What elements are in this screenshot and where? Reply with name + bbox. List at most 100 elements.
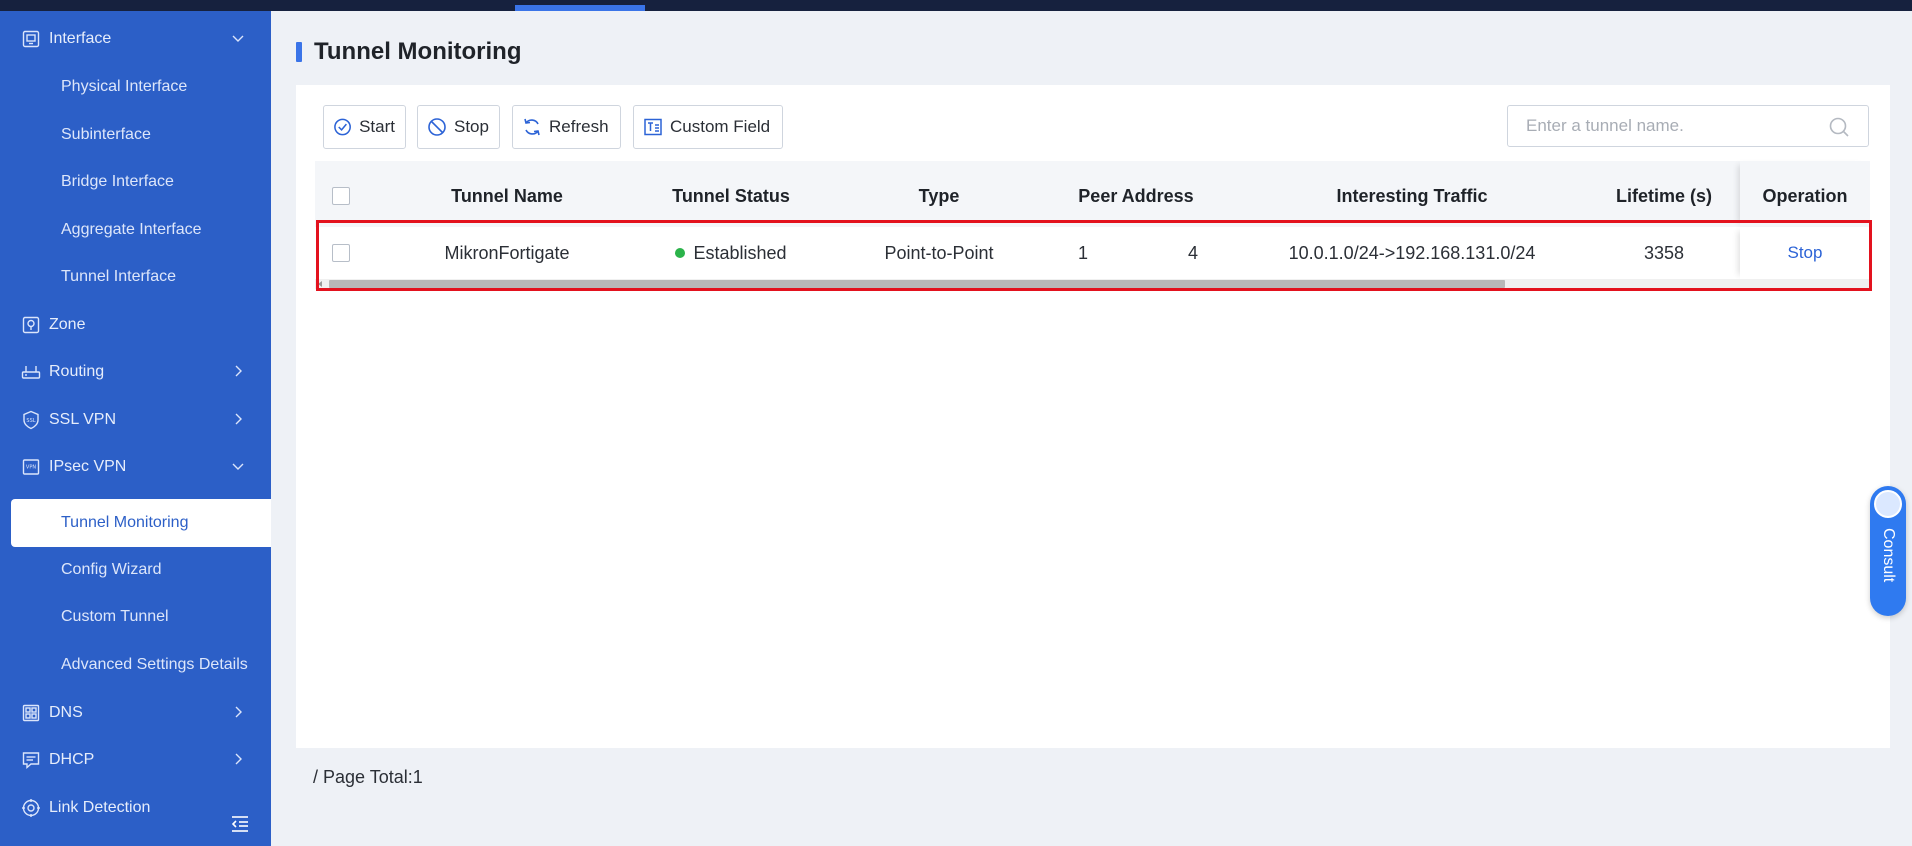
tunnel-table: Tunnel Name Tunnel Status Type Peer Addr… (315, 161, 1870, 289)
chevron-right-icon (235, 706, 242, 718)
refresh-button-label: Refresh (549, 117, 609, 136)
status-established-dot (675, 248, 686, 258)
page-title: Tunnel Monitoring (296, 38, 522, 66)
custom-field-button-label: Custom Field (670, 117, 771, 136)
table-header-row: Tunnel Name Tunnel Status Type Peer Addr… (315, 161, 1870, 227)
sidebar-item-ipsec-vpn[interactable]: VPN IPsec VPN (0, 445, 271, 489)
routing-icon (21, 362, 41, 382)
stop-button[interactable]: Stop (417, 105, 500, 149)
start-button[interactable]: Start (323, 105, 406, 149)
ssl-vpn-icon: SSL (21, 410, 41, 430)
sidebar-item-label: Interface (49, 30, 112, 47)
tunnel-status-cell: Established (641, 227, 821, 279)
zone-icon (21, 315, 41, 335)
sidebar-item-ssl-vpn[interactable]: SSL SSL VPN (0, 398, 271, 442)
page-title-text: Tunnel Monitoring (314, 38, 522, 65)
stop-button-label: Stop (454, 117, 489, 136)
type-cell: Point-to-Point (884, 242, 994, 263)
main-content: Tunnel Monitoring Start Stop Refresh Cus… (271, 11, 1912, 846)
consult-label: Consult (1880, 528, 1897, 583)
interface-icon (21, 29, 41, 49)
link-detection-icon (21, 798, 41, 818)
sidebar-item-label: Tunnel Monitoring (61, 514, 189, 531)
custom-field-icon (644, 118, 662, 136)
tunnel-status-text: Established (693, 242, 787, 263)
sidebar-item-interface[interactable]: Interface (0, 17, 271, 61)
interesting-traffic-cell: 10.0.1.0/24->192.168.131.0/24 (1288, 242, 1536, 263)
search-icon[interactable] (1828, 116, 1850, 138)
tunnel-list-card: Start Stop Refresh Custom Field Tunnel N… (296, 85, 1890, 748)
consult-button[interactable]: Consult (1870, 486, 1906, 616)
lifetime-cell: 3358 (1643, 242, 1685, 263)
operation-cell: Stop (1740, 227, 1870, 279)
tunnel-search (1507, 105, 1869, 147)
chevron-right-icon (235, 365, 242, 377)
sidebar-item-subinterface[interactable]: Subinterface (0, 113, 271, 157)
sidebar: Interface Physical Interface Subinterfac… (0, 11, 271, 846)
peer-address-part: 1 (1078, 242, 1089, 263)
ipsec-vpn-icon: VPN (21, 457, 41, 477)
sidebar-item-label: DHCP (49, 751, 95, 768)
select-all-checkbox[interactable] (332, 187, 350, 205)
sidebar-item-label: Bridge Interface (61, 173, 174, 190)
sidebar-item-label: Advanced Settings Details (61, 656, 248, 673)
refresh-icon (524, 118, 540, 136)
tunnel-search-input[interactable] (1508, 116, 1808, 136)
svg-text:SSL: SSL (26, 418, 35, 424)
sidebar-item-aggregate-interface[interactable]: Aggregate Interface (0, 208, 271, 252)
tunnel-name-cell: MikronFortigate (444, 242, 570, 263)
chevron-down-icon (232, 35, 244, 42)
sidebar-item-label: Aggregate Interface (61, 221, 202, 238)
sidebar-item-label: Link Detection (49, 799, 151, 816)
sidebar-item-label: Custom Tunnel (61, 608, 169, 625)
sidebar-item-custom-tunnel[interactable]: Custom Tunnel (0, 595, 271, 639)
column-header-tunnel-status[interactable]: Tunnel Status (641, 161, 821, 227)
sidebar-item-physical-interface[interactable]: Physical Interface (0, 65, 271, 109)
sidebar-item-label: Config Wizard (61, 561, 162, 578)
column-header-lifetime[interactable]: Lifetime (s) (1589, 161, 1739, 227)
title-accent-bar (296, 42, 302, 62)
sidebar-item-bridge-interface[interactable]: Bridge Interface (0, 160, 271, 204)
column-header-operation: Operation (1740, 161, 1870, 227)
sidebar-item-dns[interactable]: DNS (0, 691, 271, 735)
column-header-interesting-traffic[interactable]: Interesting Traffic (1262, 161, 1562, 227)
sidebar-item-label: DNS (49, 704, 83, 721)
dhcp-icon (21, 750, 41, 770)
scrollbar-thumb[interactable] (329, 280, 1505, 288)
sidebar-item-dhcp[interactable]: DHCP (0, 738, 271, 782)
row-checkbox[interactable] (332, 244, 350, 262)
sidebar-item-label: Tunnel Interface (61, 268, 177, 285)
column-header-peer-address[interactable]: Peer Address (1056, 161, 1216, 227)
stop-tunnel-link[interactable]: Stop (1788, 243, 1823, 263)
sidebar-item-advanced-settings-details[interactable]: Advanced Settings Details (0, 643, 271, 687)
sidebar-item-zone[interactable]: Zone (0, 303, 271, 347)
peer-address-cell: 1 4 (1056, 227, 1216, 279)
sidebar-item-label: SSL VPN (49, 411, 116, 428)
top-navigation-bar (0, 0, 1912, 11)
table-row[interactable]: MikronFortigate Established Point-to-Poi… (315, 227, 1870, 279)
page-total: / Page Total:1 (313, 767, 423, 787)
chevron-right-icon (235, 753, 242, 765)
column-header-tunnel-name[interactable]: Tunnel Name (410, 161, 604, 227)
column-header-type[interactable]: Type (849, 161, 1029, 227)
chevron-right-icon (235, 413, 242, 425)
start-button-label: Start (359, 117, 395, 136)
custom-field-button[interactable]: Custom Field (633, 105, 783, 149)
sidebar-item-routing[interactable]: Routing (0, 350, 271, 394)
horizontal-scrollbar[interactable] (315, 279, 1870, 289)
stop-circle-icon (428, 118, 446, 136)
sidebar-item-label: Subinterface (61, 126, 151, 143)
sidebar-item-label: Physical Interface (61, 78, 188, 95)
peer-address-part: 4 (1187, 242, 1198, 263)
sidebar-item-config-wizard[interactable]: Config Wizard (0, 548, 271, 592)
sidebar-item-tunnel-monitoring[interactable]: Tunnel Monitoring (11, 499, 271, 547)
dns-icon (21, 703, 41, 723)
check-circle-icon (334, 118, 351, 136)
sidebar-item-tunnel-interface[interactable]: Tunnel Interface (0, 255, 271, 299)
svg-text:VPN: VPN (26, 465, 36, 471)
chevron-down-icon (232, 463, 244, 470)
scroll-left-arrow-icon[interactable] (318, 281, 322, 287)
collapse-sidebar-icon[interactable] (230, 815, 250, 833)
sidebar-item-label: Zone (49, 316, 86, 333)
refresh-button[interactable]: Refresh (512, 105, 621, 149)
